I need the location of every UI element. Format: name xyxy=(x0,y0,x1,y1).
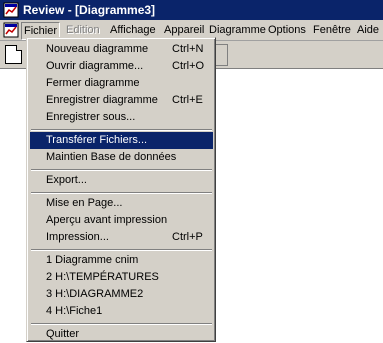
window-title: Review - [Diagramme3] xyxy=(23,3,156,17)
menu-item-label: Fermer diagramme xyxy=(46,77,140,89)
menu-item-maintien-base-de-donnees[interactable]: Maintien Base de données xyxy=(30,149,213,166)
menu-item-label: Export... xyxy=(46,174,87,186)
menu-item-shortcut: Ctrl+P xyxy=(172,231,203,243)
menu-item-nouveau-diagramme[interactable]: Nouveau diagramme Ctrl+N xyxy=(30,41,213,58)
menu-item-shortcut: Ctrl+E xyxy=(172,94,203,106)
title-bar[interactable]: Review - [Diagramme3] xyxy=(0,0,383,20)
document-icon[interactable] xyxy=(3,22,19,38)
menu-appareil[interactable]: Appareil xyxy=(162,22,206,38)
menu-item-quitter[interactable]: Quitter xyxy=(30,326,213,343)
menu-item-fermer-diagramme[interactable]: Fermer diagramme xyxy=(30,75,213,92)
menu-item-label: 1 Diagramme cnim xyxy=(46,254,139,266)
menu-item-label: Quitter xyxy=(46,328,80,340)
menu-item-shortcut: Ctrl+N xyxy=(172,43,204,55)
menu-item-enregistrer-sous[interactable]: Enregistrer sous... xyxy=(30,109,213,126)
menu-item-label: Enregistrer sous... xyxy=(46,111,136,123)
menu-item-label: Impression... xyxy=(46,231,109,243)
menu-item-label: Maintien Base de données xyxy=(46,151,177,163)
menu-separator xyxy=(31,169,212,171)
menu-edition: Edition xyxy=(66,24,100,36)
menu-item-recent-2[interactable]: 2 H:\TEMPÉRATURES xyxy=(30,269,213,286)
menu-item-shortcut: Ctrl+O xyxy=(172,60,205,72)
menu-item-label: 2 H:\TEMPÉRATURES xyxy=(46,271,159,283)
menu-item-export[interactable]: Export... xyxy=(30,172,213,189)
review-app-icon xyxy=(3,2,19,18)
menu-item-recent-1[interactable]: 1 Diagramme cnim xyxy=(30,252,213,269)
menu-aide[interactable]: Aide xyxy=(355,22,381,38)
menu-item-recent-3[interactable]: 3 H:\DIAGRAMME2 xyxy=(30,286,213,303)
menu-item-label: Ouvrir diagramme... xyxy=(46,60,144,72)
menu-item-recent-4[interactable]: 4 H:\Fiche1 xyxy=(30,303,213,320)
menu-item-label: Transférer Fichiers... xyxy=(46,134,148,146)
menu-item-label: 3 H:\DIAGRAMME2 xyxy=(46,288,144,300)
menu-item-label: 4 H:\Fiche1 xyxy=(46,305,103,317)
menu-item-label: Aperçu avant impression xyxy=(46,214,168,226)
menu-fenetre[interactable]: Fenêtre xyxy=(311,22,353,38)
menu-diagramme[interactable]: Diagramme xyxy=(207,22,268,38)
menu-item-mise-en-page[interactable]: Mise en Page... xyxy=(30,195,213,212)
menu-item-enregistrer-diagramme[interactable]: Enregistrer diagramme Ctrl+E xyxy=(30,92,213,109)
menu-item-label: Mise en Page... xyxy=(46,197,123,209)
menu-item-label: Enregistrer diagramme xyxy=(46,94,158,106)
menu-item-apercu-avant-impression[interactable]: Aperçu avant impression xyxy=(30,212,213,229)
menu-item-impression[interactable]: Impression... Ctrl+P xyxy=(30,229,213,246)
menu-affichage[interactable]: Affichage xyxy=(108,22,158,38)
menu-item-ouvrir-diagramme[interactable]: Ouvrir diagramme... Ctrl+O xyxy=(30,58,213,75)
menu-item-transferer-fichiers[interactable]: Transférer Fichiers... xyxy=(30,132,213,149)
menu-separator xyxy=(31,323,212,325)
new-document-icon[interactable] xyxy=(5,45,22,64)
menu-separator xyxy=(31,129,212,131)
file-menu-dropdown: Nouveau diagramme Ctrl+N Ouvrir diagramm… xyxy=(26,37,216,342)
menu-options[interactable]: Options xyxy=(266,22,308,38)
menu-separator xyxy=(31,192,212,194)
menu-separator xyxy=(31,249,212,251)
menu-item-label: Nouveau diagramme xyxy=(46,43,149,55)
